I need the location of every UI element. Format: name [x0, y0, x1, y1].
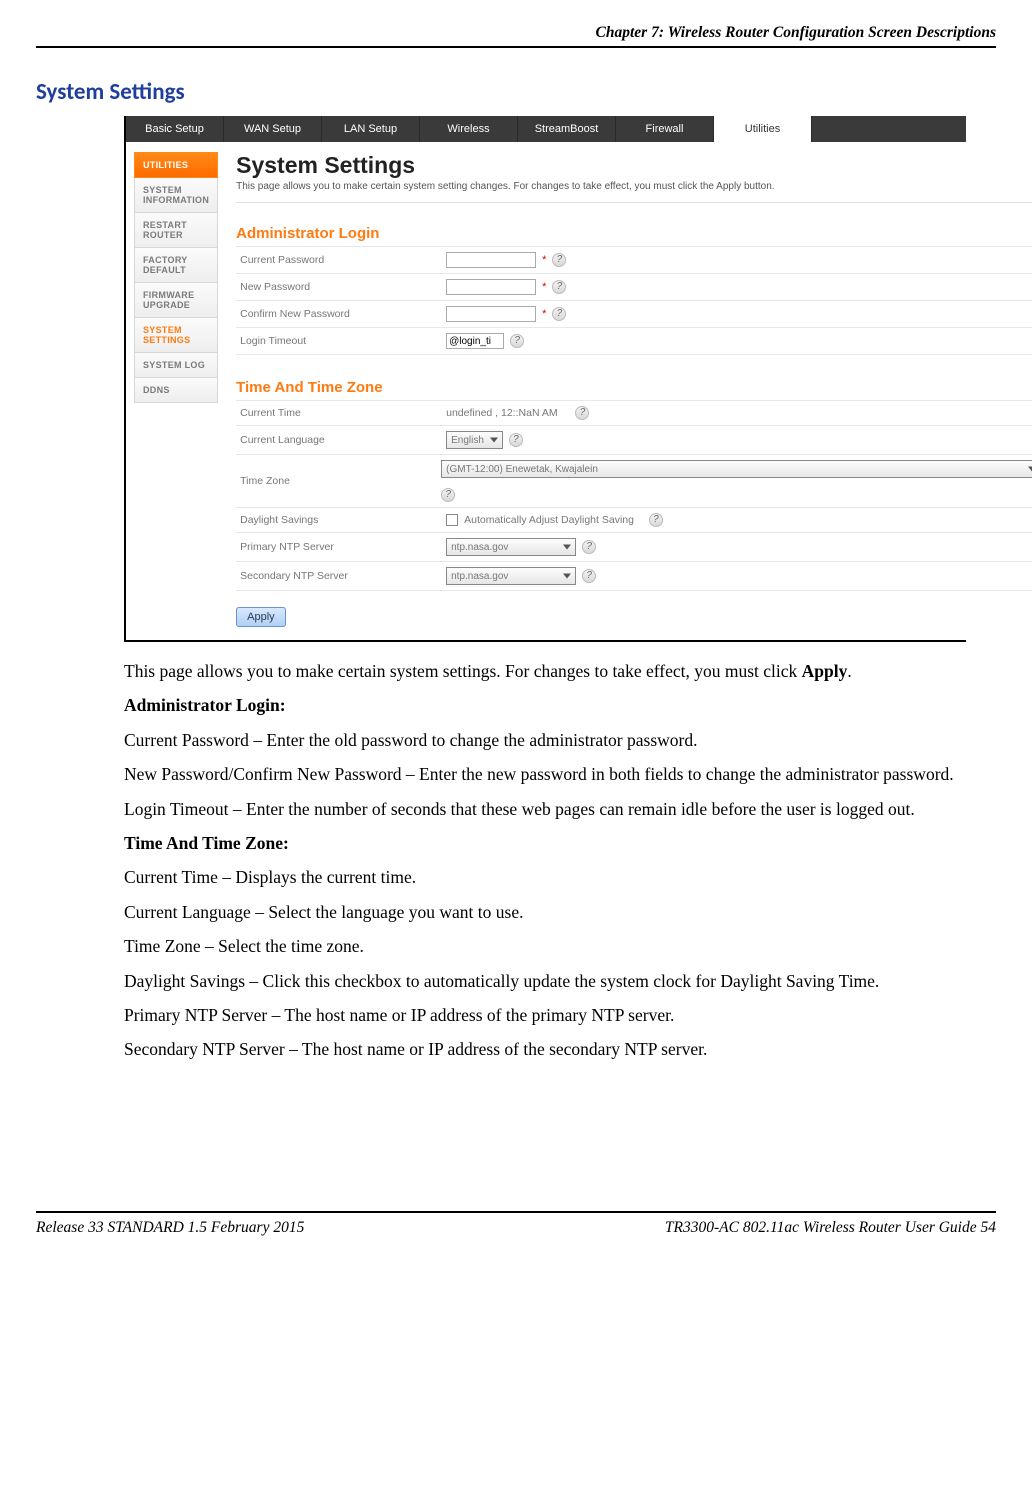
label-current-password: Current Password — [236, 254, 446, 266]
paragraph-daylight-savings: Daylight Savings – Click this checkbox t… — [124, 970, 966, 992]
body-text: This page allows you to make certain sys… — [124, 660, 966, 1061]
required-icon: * — [542, 308, 546, 320]
time-zone-select[interactable]: (GMT-12:00) Enewetak, Kwajalein — [441, 460, 1032, 478]
panel-title: System Settings — [236, 152, 1032, 179]
sidebar-item-factory-default[interactable]: FACTORY DEFAULT — [134, 248, 218, 283]
help-icon[interactable]: ? — [582, 540, 596, 554]
paragraph-current-time: Current Time – Displays the current time… — [124, 866, 966, 888]
label-new-password: New Password — [236, 281, 446, 293]
chapter-header: Chapter 7: Wireless Router Configuration… — [36, 24, 996, 48]
row-confirm-password: Confirm New Password * ? — [236, 300, 1032, 327]
primary-ntp-select[interactable]: ntp.nasa.gov — [446, 538, 576, 556]
language-select[interactable]: English — [446, 431, 503, 449]
sidebar-item-utilities[interactable]: UTILITIES — [134, 152, 218, 178]
admin-heading: Administrator Login — [236, 225, 1032, 242]
help-icon[interactable]: ? — [510, 334, 524, 348]
sidebar-item-restart-router[interactable]: RESTART ROUTER — [134, 213, 218, 248]
current-password-input[interactable] — [446, 252, 536, 268]
required-icon: * — [542, 281, 546, 293]
help-icon[interactable]: ? — [575, 406, 589, 420]
label-confirm-password: Confirm New Password — [236, 308, 446, 320]
help-icon[interactable]: ? — [552, 280, 566, 294]
tab-wireless[interactable]: Wireless — [420, 116, 518, 142]
sidebar-item-system-settings[interactable]: SYSTEM SETTINGS — [134, 318, 218, 353]
main-panel: System Settings This page allows you to … — [218, 148, 1032, 634]
tab-firewall[interactable]: Firewall — [616, 116, 714, 142]
label-login-timeout: Login Timeout — [236, 335, 446, 347]
panel-intro: This page allows you to make certain sys… — [236, 181, 1032, 192]
row-current-language: Current Language English ? — [236, 425, 1032, 454]
paragraph-primary-ntp: Primary NTP Server – The host name or IP… — [124, 1004, 966, 1026]
secondary-ntp-select[interactable]: ntp.nasa.gov — [446, 567, 576, 585]
tab-wan-setup[interactable]: WAN Setup — [224, 116, 322, 142]
text: This page allows you to make certain sys… — [124, 661, 802, 681]
paragraph-current-password: Current Password – Enter the old passwor… — [124, 729, 966, 751]
footer-right: TR3300-AC 802.11ac Wireless Router User … — [665, 1219, 996, 1237]
heading-admin-login: Administrator Login: — [124, 695, 286, 715]
row-current-time: Current Time undefined , 12::NaN AM ? — [236, 400, 1032, 425]
confirm-password-input[interactable] — [446, 306, 536, 322]
tab-bar: Basic Setup WAN Setup LAN Setup Wireless… — [126, 116, 966, 142]
row-daylight: Daylight Savings Automatically Adjust Da… — [236, 507, 1032, 532]
label-primary-ntp: Primary NTP Server — [236, 541, 446, 553]
heading-time-zone: Time And Time Zone: — [124, 833, 289, 853]
sidebar-item-system-log[interactable]: SYSTEM LOG — [134, 353, 218, 378]
required-icon: * — [542, 254, 546, 266]
label-current-language: Current Language — [236, 434, 446, 446]
paragraph-time-zone: Time Zone – Select the time zone. — [124, 935, 966, 957]
label-secondary-ntp: Secondary NTP Server — [236, 570, 446, 582]
sidebar: UTILITIES SYSTEM INFORMATION RESTART ROU… — [132, 148, 218, 634]
label-current-time: Current Time — [236, 407, 446, 419]
sidebar-item-system-information[interactable]: SYSTEM INFORMATION — [134, 178, 218, 213]
apply-wrap: Apply — [236, 611, 1032, 623]
paragraph-new-password: New Password/Confirm New Password – Ente… — [124, 763, 966, 785]
help-icon[interactable]: ? — [552, 307, 566, 321]
paragraph-intro: This page allows you to make certain sys… — [124, 660, 966, 682]
footer-left: Release 33 STANDARD 1.5 February 2015 — [36, 1219, 304, 1237]
login-timeout-input[interactable] — [446, 333, 504, 349]
sidebar-item-firmware-upgrade[interactable]: FIRMWARE UPGRADE — [134, 283, 218, 318]
help-icon[interactable]: ? — [509, 433, 523, 447]
help-icon[interactable]: ? — [441, 488, 455, 502]
label-daylight: Daylight Savings — [236, 514, 446, 526]
new-password-input[interactable] — [446, 279, 536, 295]
tab-basic-setup[interactable]: Basic Setup — [126, 116, 224, 142]
page-footer: Release 33 STANDARD 1.5 February 2015 TR… — [36, 1211, 996, 1237]
paragraph-current-language: Current Language – Select the language y… — [124, 901, 966, 923]
tab-streamboost[interactable]: StreamBoost — [518, 116, 616, 142]
paragraph-login-timeout: Login Timeout – Enter the number of seco… — [124, 798, 966, 820]
row-current-password: Current Password * ? — [236, 246, 1032, 273]
daylight-label: Automatically Adjust Daylight Saving — [464, 514, 634, 526]
apply-strong: Apply — [802, 661, 848, 681]
router-screenshot: Basic Setup WAN Setup LAN Setup Wireless… — [124, 116, 966, 642]
row-new-password: New Password * ? — [236, 273, 1032, 300]
daylight-checkbox[interactable] — [446, 514, 458, 526]
tab-lan-setup[interactable]: LAN Setup — [322, 116, 420, 142]
sidebar-item-ddns[interactable]: DDNS — [134, 378, 218, 403]
help-icon[interactable]: ? — [649, 513, 663, 527]
apply-button[interactable]: Apply — [236, 607, 286, 627]
tab-utilities[interactable]: Utilities — [714, 116, 812, 142]
section-title: System Settings — [36, 78, 996, 106]
text: . — [847, 661, 851, 681]
current-time-value: undefined , 12::NaN AM — [446, 407, 558, 419]
divider — [236, 202, 1032, 203]
row-primary-ntp: Primary NTP Server ntp.nasa.gov ? — [236, 532, 1032, 561]
time-heading: Time And Time Zone — [236, 379, 1032, 396]
help-icon[interactable]: ? — [552, 253, 566, 267]
row-secondary-ntp: Secondary NTP Server ntp.nasa.gov ? — [236, 561, 1032, 591]
row-login-timeout: Login Timeout ? — [236, 327, 1032, 355]
paragraph-secondary-ntp: Secondary NTP Server – The host name or … — [124, 1038, 966, 1060]
help-icon[interactable]: ? — [582, 569, 596, 583]
row-time-zone: Time Zone (GMT-12:00) Enewetak, Kwajalei… — [236, 454, 1032, 507]
label-time-zone: Time Zone — [236, 475, 441, 487]
